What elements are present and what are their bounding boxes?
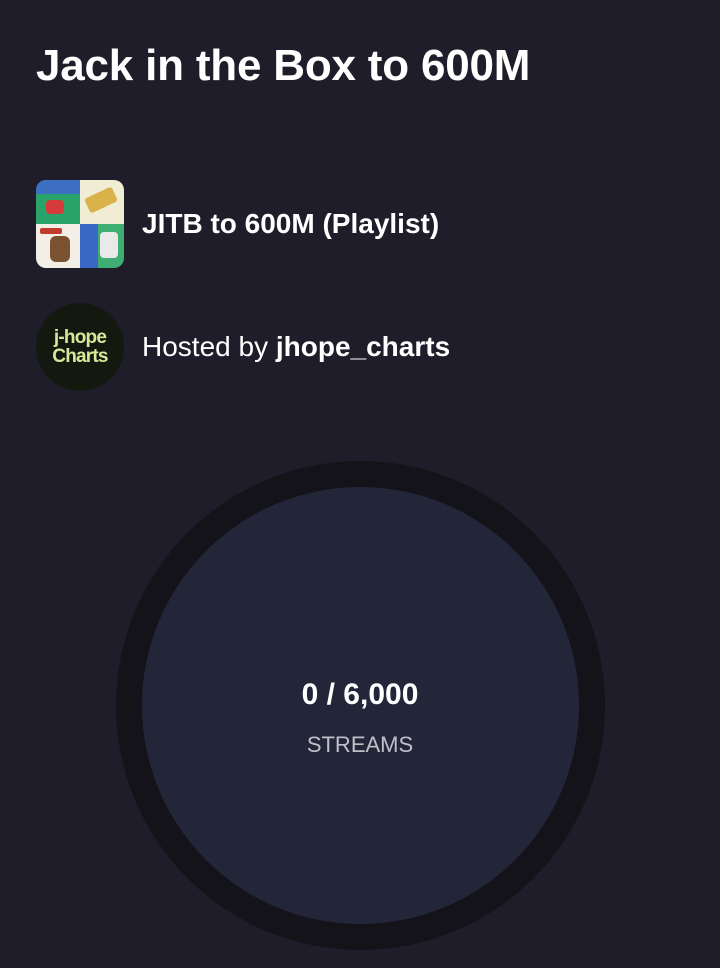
album-collage-icon[interactable] <box>36 180 124 268</box>
host-name[interactable]: jhope_charts <box>276 331 450 362</box>
progress-unit: STREAMS <box>306 732 414 757</box>
cover-tile <box>80 224 124 268</box>
avatar-line-2: Charts <box>52 346 108 367</box>
playlist-row[interactable]: JITB to 600M (Playlist) <box>36 180 439 268</box>
page-title: Jack in the Box to 600M <box>36 41 531 90</box>
host-row[interactable]: j-hope Charts Hosted by jhope_charts <box>36 303 450 391</box>
host-text: Hosted by jhope_charts <box>142 331 450 363</box>
cover-tile <box>80 180 124 224</box>
host-prefix: Hosted by <box>142 331 269 362</box>
cover-tile <box>36 180 80 224</box>
progress-value: 0 / 6,000 <box>301 678 419 711</box>
cover-tile <box>36 224 80 268</box>
avatar-line-1: j-hope <box>53 327 107 348</box>
playlist-title[interactable]: JITB to 600M (Playlist) <box>142 208 439 240</box>
host-avatar[interactable]: j-hope Charts <box>36 303 124 391</box>
